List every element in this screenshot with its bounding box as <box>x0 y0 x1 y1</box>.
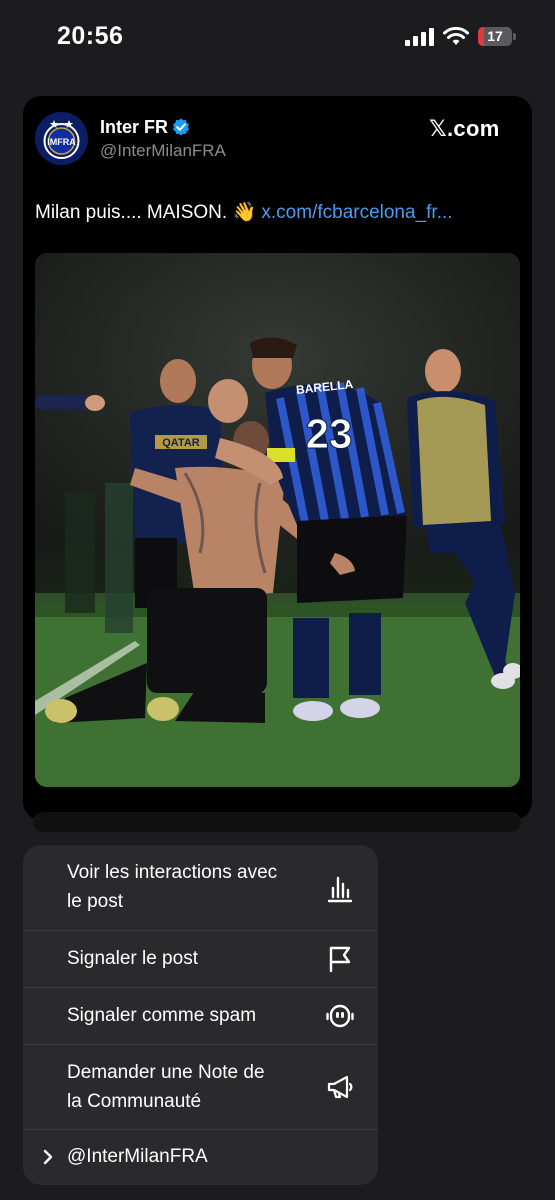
next-card-edge <box>33 812 521 832</box>
menu-item-view-interactions[interactable]: Voir les interactions avec le post <box>23 845 378 931</box>
chart-icon <box>327 876 353 903</box>
author-avatar[interactable]: IMFRA <box>35 112 88 165</box>
tweet-photo[interactable]: QATAR 23 BARELLA <box>35 253 520 787</box>
menu-item-label: @InterMilanFRA <box>67 1146 208 1167</box>
x-logo[interactable]: 𝕏.com <box>429 116 500 142</box>
menu-item-label: Demander une Note de la Communauté <box>67 1062 265 1112</box>
verified-badge-icon <box>173 118 189 136</box>
menu-item-label: Signaler comme spam <box>67 1005 257 1026</box>
tweet-link[interactable]: x.com/fcbarcelona_fr... <box>261 202 452 223</box>
cellular-signal-icon <box>405 28 434 46</box>
author-handle[interactable]: @InterMilanFRA <box>100 141 226 161</box>
wifi-icon <box>443 26 469 45</box>
menu-item-account[interactable]: @InterMilanFRA <box>23 1130 378 1185</box>
svg-text:QATAR: QATAR <box>162 437 200 449</box>
tweet-text: Milan puis.... MAISON. 👋 x.com/fcbarcelo… <box>35 200 453 224</box>
status-time: 20:56 <box>57 22 124 50</box>
author-name[interactable]: Inter FR <box>100 117 168 138</box>
menu-item-label: Voir les interactions avec le post <box>67 862 278 912</box>
flag-icon <box>329 946 351 973</box>
context-menu: Voir les interactions avec le post Signa… <box>23 845 378 1185</box>
battery-indicator: 17 <box>478 27 516 46</box>
svg-text:23: 23 <box>306 410 353 457</box>
inter-crest-logo: IMFRA <box>35 112 88 165</box>
menu-item-community-note[interactable]: Demander une Note de la Communauté <box>23 1045 378 1130</box>
robot-icon <box>326 1004 354 1028</box>
svg-text:IMFRA: IMFRA <box>47 137 76 147</box>
menu-item-report-post[interactable]: Signaler le post <box>23 931 378 988</box>
battery-level: 17 <box>487 28 503 44</box>
celebration-photo: QATAR 23 BARELLA <box>35 253 520 787</box>
chevron-right-icon <box>43 1149 53 1165</box>
tweet-body: Milan puis.... MAISON. 👋 <box>35 202 262 223</box>
status-bar: 20:56 17 <box>0 0 555 72</box>
menu-item-report-spam[interactable]: Signaler comme spam <box>23 988 378 1045</box>
megaphone-icon <box>327 1075 353 1099</box>
tweet-card[interactable]: IMFRA Inter FR @InterMilanFRA 𝕏.com Mila… <box>23 96 532 820</box>
menu-item-label: Signaler le post <box>67 948 198 969</box>
